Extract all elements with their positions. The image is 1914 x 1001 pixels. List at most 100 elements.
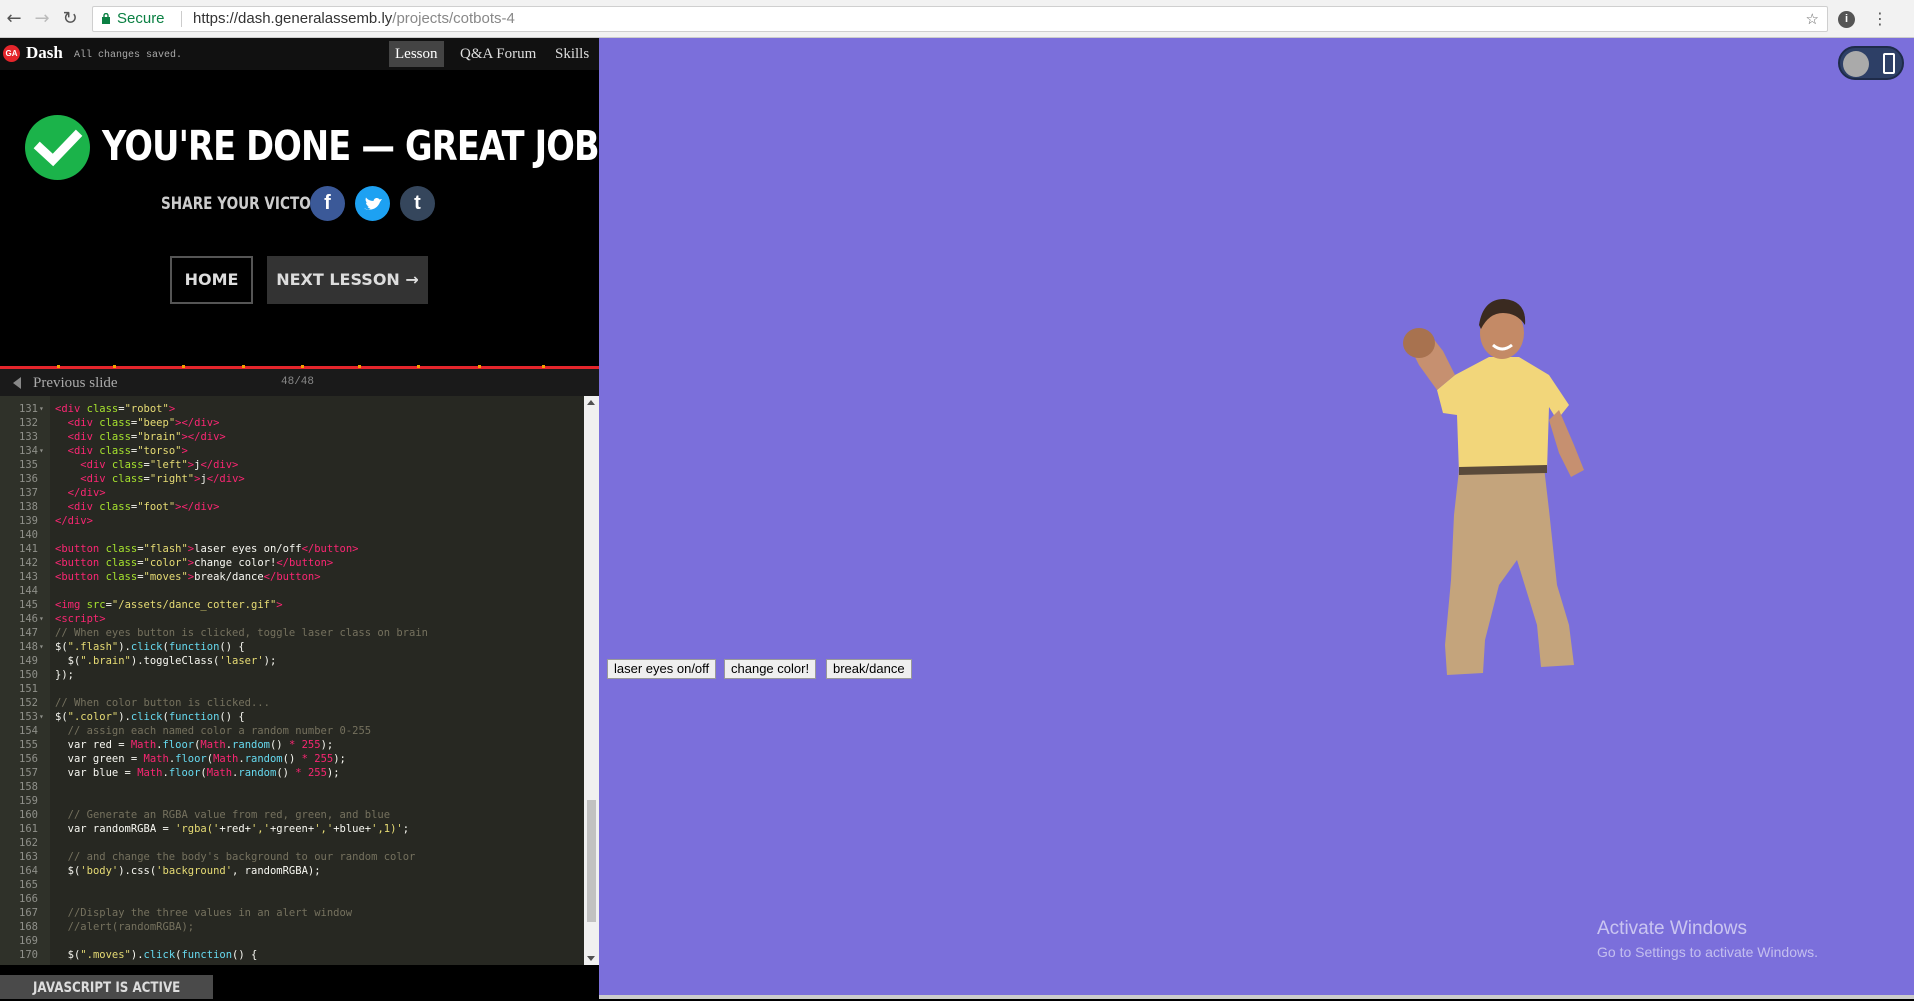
star-icon[interactable]: ☆ [1806,7,1819,31]
fold-arrow-icon[interactable]: ▾ [39,612,44,626]
ga-logo[interactable]: GA [3,45,20,62]
tab-qa-forum[interactable]: Q&A Forum [454,41,542,67]
editor-scrollbar[interactable] [584,396,599,965]
code-text[interactable]: // Generate an RGBA value from red, gree… [55,808,390,822]
code-line[interactable]: 152 // When color button is clicked... [0,696,580,710]
code-text[interactable]: //Display the three values in an alert w… [55,906,352,920]
fold-arrow-icon[interactable]: ▾ [39,444,44,458]
extension-icon[interactable]: i [1838,11,1855,28]
code-line[interactable]: 162 [0,836,580,850]
code-text[interactable]: // and change the body's background to o… [55,850,416,864]
code-line[interactable]: 143 <button class="moves">break/dance</bu… [0,570,580,584]
code-text[interactable]: var randomRGBA = 'rgba('+red+','+green+'… [55,822,409,836]
code-text[interactable]: $(".flash").click(function() { [55,640,245,654]
code-line[interactable]: 167 //Display the three values in an ale… [0,906,580,920]
code-line[interactable]: 157 var blue = Math.floor(Math.random() … [0,766,580,780]
code-text[interactable]: <button class="color">change color!</but… [55,556,333,570]
code-text[interactable]: // assign each named color a random numb… [55,724,371,738]
code-line[interactable]: 147 // When eyes button is clicked, toggl… [0,626,580,640]
facebook-icon[interactable]: f [310,186,345,221]
code-editor[interactable]: 130131▾<div class="robot">132 <div class… [0,396,599,965]
address-bar[interactable]: Secure https://dash.generalassemb.ly/pro… [92,6,1828,32]
tumblr-icon[interactable]: t [400,186,435,221]
code-lines[interactable]: 130131▾<div class="robot">132 <div class… [0,398,580,962]
code-text[interactable]: var blue = Math.floor(Math.random() * 25… [55,766,340,780]
code-line[interactable]: 158 [0,780,580,794]
code-text[interactable]: <script> [55,612,106,626]
code-text[interactable]: </div> [55,514,93,528]
code-line[interactable]: 148 ▾ $(".flash").click(function() { [0,640,580,654]
laser-eyes-button[interactable]: laser eyes on/off [607,659,717,679]
previous-slide-link[interactable]: Previous slide [33,375,118,392]
code-line[interactable]: 156 var green = Math.floor(Math.random()… [0,752,580,766]
scroll-up-arrow[interactable] [587,400,595,405]
code-line[interactable]: 132 <div class="beep"></div> [0,416,580,430]
tab-lesson[interactable]: Lesson [389,41,444,67]
code-line[interactable]: 138 <div class="foot"></div> [0,500,580,514]
code-line[interactable]: 137 </div> [0,486,580,500]
code-text[interactable]: }); [55,668,74,682]
change-color-button[interactable]: change color! [724,659,817,679]
code-line[interactable]: 131 ▾ <div class="robot"> [0,402,580,416]
code-text[interactable]: </div> [55,486,106,500]
code-text[interactable]: // When color button is clicked... [55,696,270,710]
chevron-left-icon[interactable] [13,377,21,389]
twitter-icon[interactable] [355,186,390,221]
fold-arrow-icon[interactable]: ▾ [39,402,44,416]
scrollbar-thumb[interactable] [587,800,596,922]
tab-skills[interactable]: Skills [549,41,595,67]
code-line[interactable]: 166 [0,892,580,906]
code-text[interactable]: <div class="brain"></div> [55,430,226,444]
code-text[interactable]: $(".moves").click(function() { [55,948,258,962]
code-line[interactable]: 149 $(".brain").toggleClass('laser'); [0,654,580,668]
code-text[interactable]: <img src="/assets/dance_cotter.gif"> [55,598,283,612]
code-line[interactable]: 160 // Generate an RGBA value from red, … [0,808,580,822]
code-line[interactable]: 134 ▾ <div class="torso"> [0,444,580,458]
code-line[interactable]: 150}); [0,668,580,682]
code-text[interactable]: // When eyes button is clicked, toggle l… [55,626,428,640]
code-line[interactable]: 135 <div class="left">j</div> [0,458,580,472]
code-line[interactable]: 146 ▾ <script> [0,612,580,626]
code-line[interactable]: 170 $(".moves").click(function() { [0,948,580,962]
next-lesson-button[interactable]: NEXT LESSON → [267,256,428,304]
code-line[interactable]: 155 var red = Math.floor(Math.random() *… [0,738,580,752]
code-line[interactable]: 142 <button class="color">change color!</… [0,556,580,570]
code-line[interactable]: 169 [0,934,580,948]
scroll-down-arrow[interactable] [587,956,595,961]
code-line[interactable]: 153 ▾ $(".color").click(function() { [0,710,580,724]
code-line[interactable]: 139 </div> [0,514,580,528]
code-text[interactable]: $(".color").click(function() { [55,710,245,724]
code-text[interactable]: <div class="left">j</div> [55,458,238,472]
code-line[interactable]: 168 //alert(randomRGBA); [0,920,580,934]
code-line[interactable]: 154 // assign each named color a random … [0,724,580,738]
code-text[interactable]: $('body').css('background', randomRGBA); [55,864,321,878]
code-line[interactable]: 159 [0,794,580,808]
code-text[interactable]: <div class="right">j</div> [55,472,244,486]
break-dance-button[interactable]: break/dance [826,659,912,679]
code-line[interactable]: 144 [0,584,580,598]
code-line[interactable]: 164 $('body').css('background', randomRG… [0,864,580,878]
code-text[interactable]: <div class="torso"> [55,444,188,458]
code-line[interactable]: 145 <img src="/assets/dance_cotter.gif"> [0,598,580,612]
code-line[interactable]: 133 <div class="brain"></div> [0,430,580,444]
fold-arrow-icon[interactable]: ▾ [39,710,44,724]
back-icon[interactable]: ← [4,9,24,29]
code-line[interactable]: 161 var randomRGBA = 'rgba('+red+','+gre… [0,822,580,836]
code-text[interactable]: <button class="flash">laser eyes on/off<… [55,542,359,556]
home-button[interactable]: HOME [170,256,253,304]
code-line[interactable]: 141 <button class="flash">laser eyes on/o… [0,542,580,556]
code-line[interactable]: 136 <div class="right">j</div> [0,472,580,486]
fold-arrow-icon[interactable]: ▾ [39,640,44,654]
forward-icon[interactable]: → [32,9,52,29]
code-line[interactable]: 151 [0,682,580,696]
url-text[interactable]: https://dash.generalassemb.ly/projects/c… [193,7,515,31]
code-line[interactable]: 140 [0,528,580,542]
code-line[interactable]: 163 // and change the body's background … [0,850,580,864]
code-text[interactable]: <div class="beep"></div> [55,416,220,430]
device-toggle[interactable] [1838,46,1904,80]
code-text[interactable]: <div class="foot"></div> [55,500,220,514]
code-text[interactable]: var green = Math.floor(Math.random() * 2… [55,752,346,766]
code-text[interactable]: <button class="moves">break/dance</butto… [55,570,321,584]
code-line[interactable]: 165 [0,878,580,892]
code-text[interactable]: <div class="robot"> [55,402,175,416]
